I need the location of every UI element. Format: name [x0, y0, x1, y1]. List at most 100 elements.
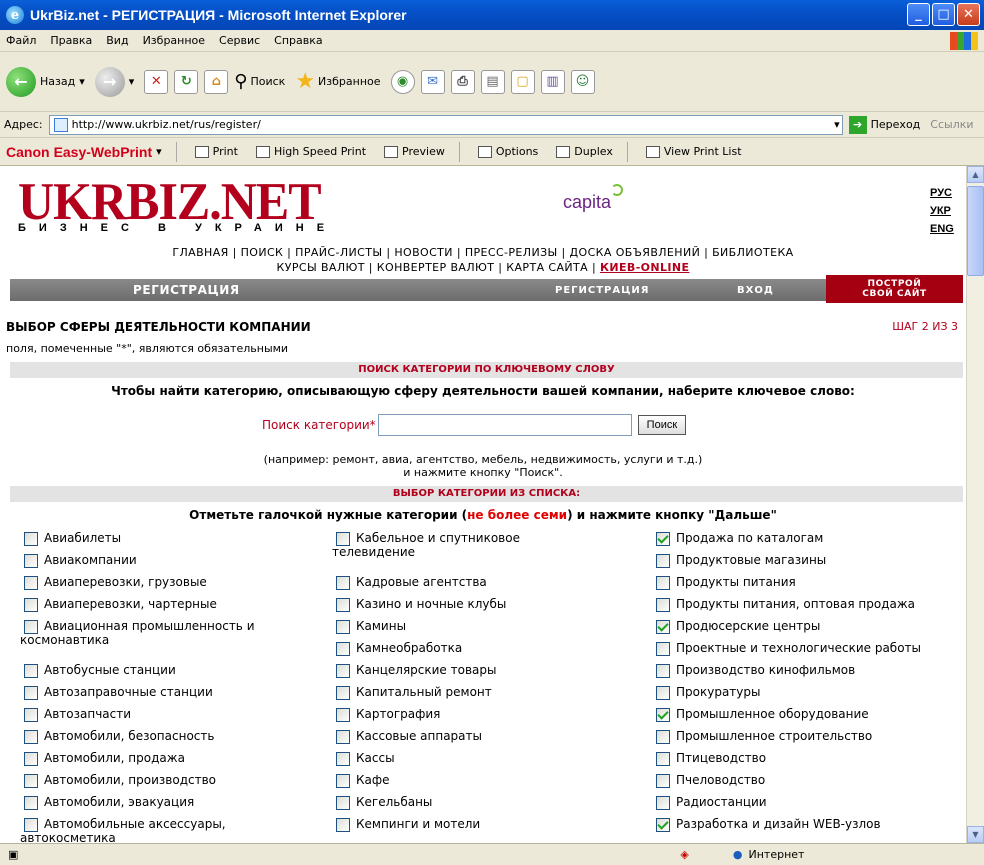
category-checkbox[interactable]	[656, 730, 670, 744]
category-checkbox[interactable]	[336, 774, 350, 788]
options-button[interactable]: Options	[477, 145, 538, 158]
print-icon[interactable]: ⎙	[450, 69, 475, 94]
category-item[interactable]: Казино и ночные клубы	[336, 597, 646, 619]
category-checkbox[interactable]	[336, 752, 350, 766]
close-button[interactable]: ✕	[957, 3, 980, 26]
high-speed-print-button[interactable]: High Speed Print	[255, 145, 366, 158]
category-item[interactable]: Проектные и технологические работы	[656, 641, 966, 663]
category-item[interactable]: Кегельбаны	[336, 795, 646, 817]
category-item[interactable]: Автомобили, производство	[24, 773, 324, 795]
category-checkbox[interactable]	[336, 598, 350, 612]
home-icon[interactable]: ⌂	[204, 69, 229, 94]
category-item[interactable]: Капитальный ремонт	[336, 685, 646, 707]
category-checkbox[interactable]	[24, 752, 38, 766]
category-checkbox[interactable]	[24, 796, 38, 810]
category-item[interactable]: Прокуратуры	[656, 685, 966, 707]
category-checkbox[interactable]	[24, 818, 38, 832]
category-item[interactable]: Кадровые агентства	[336, 575, 646, 597]
category-checkbox[interactable]	[24, 730, 38, 744]
go-button[interactable]: ➔ Переход	[848, 115, 920, 134]
category-item[interactable]: Автомобильные аксессуары, автокосметика	[20, 817, 324, 843]
category-item[interactable]: Продажа по каталогам	[656, 531, 966, 553]
category-item[interactable]: Автомобили, продажа	[24, 751, 324, 773]
scroll-up-icon[interactable]: ▲	[967, 166, 984, 183]
category-checkbox[interactable]	[656, 664, 670, 678]
category-checkbox[interactable]	[656, 554, 670, 568]
category-checkbox[interactable]	[656, 642, 670, 656]
category-checkbox[interactable]	[336, 642, 350, 656]
category-checkbox[interactable]	[656, 752, 670, 766]
category-checkbox[interactable]	[24, 554, 38, 568]
vertical-scrollbar[interactable]: ▲ ▼	[966, 166, 984, 843]
site-nav-primary[interactable]: ГЛАВНАЯ | ПОИСК | ПРАЙС-ЛИСТЫ | НОВОСТИ …	[0, 246, 966, 259]
login-link[interactable]: ВХОД	[737, 285, 774, 296]
category-item[interactable]: Кафе	[336, 773, 646, 795]
forward-button[interactable]: → ▾	[94, 66, 134, 97]
menu-tools[interactable]: Сервис	[219, 34, 260, 47]
category-item[interactable]: Камнеобработка	[336, 641, 646, 663]
category-search-input[interactable]	[377, 414, 632, 436]
category-item[interactable]: Авиаперевозки, грузовые	[24, 575, 324, 597]
category-item[interactable]: Производство кинофильмов	[656, 663, 966, 685]
category-checkbox[interactable]	[24, 774, 38, 788]
category-item[interactable]: Кемпинги и мотели	[336, 817, 646, 839]
category-checkbox[interactable]	[336, 708, 350, 722]
category-item[interactable]: Продюсерские центры	[656, 619, 966, 641]
category-checkbox[interactable]	[656, 576, 670, 590]
category-checkbox[interactable]	[336, 620, 350, 634]
category-item[interactable]: Кассовые аппараты	[336, 729, 646, 751]
category-item[interactable]: Авиационная промышленность и космонавтика	[20, 619, 324, 663]
print-button[interactable]: Print	[194, 145, 238, 158]
category-item[interactable]: Авиабилеты	[24, 531, 324, 553]
category-checkbox[interactable]	[656, 620, 670, 634]
category-checkbox[interactable]	[24, 686, 38, 700]
category-item[interactable]: Авиаперевозки, чартерные	[24, 597, 324, 619]
menu-favorites[interactable]: Избранное	[143, 34, 205, 47]
research-icon[interactable]: ▥	[540, 69, 565, 94]
category-checkbox[interactable]	[656, 708, 670, 722]
build-site-button[interactable]: ПОСТРОЙ СВОЙ САЙТ	[826, 275, 963, 303]
capita-banner[interactable]: capita	[563, 184, 624, 213]
category-item[interactable]: Промышленное строительство	[656, 729, 966, 751]
category-checkbox[interactable]	[656, 774, 670, 788]
category-item[interactable]: Кабельное и спутниковое телевидение	[332, 531, 646, 575]
favorites-button[interactable]: ★ Избранное	[295, 69, 380, 94]
lang-ru[interactable]: РУС	[930, 184, 954, 202]
category-checkbox[interactable]	[336, 818, 350, 832]
menu-file[interactable]: Файл	[6, 34, 36, 47]
category-item[interactable]: Автозапчасти	[24, 707, 324, 729]
register-link[interactable]: РЕГИСТРАЦИЯ	[555, 285, 649, 296]
category-checkbox[interactable]	[336, 532, 350, 546]
category-item[interactable]: Разработка и дизайн WEB-узлов	[656, 817, 966, 839]
stop-icon[interactable]: ✕	[144, 69, 169, 94]
search-button[interactable]: ⚲ Поиск	[234, 71, 285, 92]
maximize-button[interactable]: □	[932, 3, 955, 26]
category-item[interactable]: Продукты питания, оптовая продажа	[656, 597, 966, 619]
category-item[interactable]: Автомобили, безопасность	[24, 729, 324, 751]
dropdown-icon[interactable]: ▾	[834, 118, 840, 131]
scroll-down-icon[interactable]: ▼	[967, 826, 984, 843]
category-checkbox[interactable]	[336, 796, 350, 810]
category-checkbox[interactable]	[24, 664, 38, 678]
easy-webprint-menu[interactable]: Easy-WebPrint	[54, 144, 153, 160]
category-item[interactable]: Кассы	[336, 751, 646, 773]
menu-view[interactable]: Вид	[106, 34, 128, 47]
category-item[interactable]: Пчеловодство	[656, 773, 966, 795]
kiev-online-link[interactable]: КИЕВ-ONLINE	[600, 261, 689, 274]
media-icon[interactable]: ◉	[390, 69, 415, 94]
messenger-icon[interactable]: ☺	[570, 69, 595, 94]
notes-icon[interactable]: ▢	[510, 69, 535, 94]
category-checkbox[interactable]	[336, 686, 350, 700]
back-button[interactable]: ← Назад ▾	[6, 66, 85, 97]
category-checkbox[interactable]	[24, 532, 38, 546]
category-item[interactable]: Радиостанции	[656, 795, 966, 817]
category-item[interactable]: Промышленное оборудование	[656, 707, 966, 729]
category-checkbox[interactable]	[24, 620, 38, 634]
category-item[interactable]: Продуктовые магазины	[656, 553, 966, 575]
category-item[interactable]: Авиакомпании	[24, 553, 324, 575]
menu-help[interactable]: Справка	[274, 34, 322, 47]
category-checkbox[interactable]	[336, 730, 350, 744]
duplex-button[interactable]: Duplex	[556, 145, 613, 158]
category-item[interactable]: Птицеводство	[656, 751, 966, 773]
category-checkbox[interactable]	[336, 664, 350, 678]
